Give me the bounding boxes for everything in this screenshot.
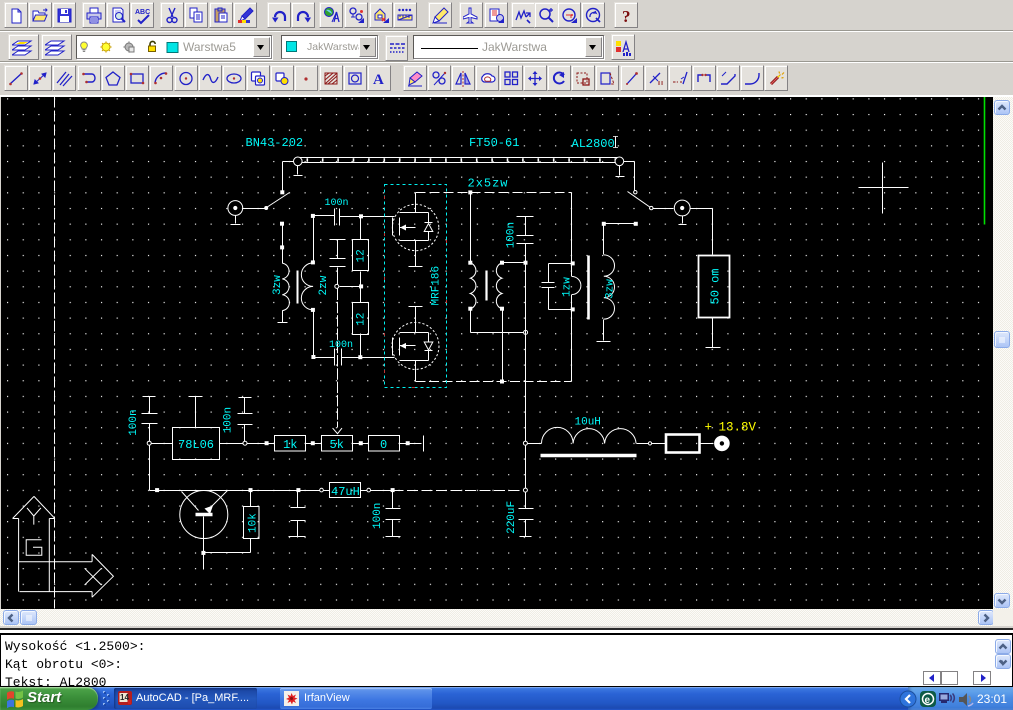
svg-text:50 om: 50 om [709,268,723,304]
svg-text:5k: 5k [330,438,344,452]
svg-text:FT50-61: FT50-61 [469,136,519,150]
svg-text:100n: 100n [223,407,235,433]
svg-text:1k: 1k [283,438,297,452]
svg-text:12: 12 [356,249,368,262]
svg-text:AL2800: AL2800 [572,137,615,151]
svg-text:3zw: 3zw [272,275,284,295]
svg-text:220uF: 220uF [506,501,518,534]
svg-text:+: + [705,421,713,435]
svg-text:78L06: 78L06 [178,438,214,452]
svg-text:10uH: 10uH [575,417,601,429]
svg-text:100n: 100n [329,340,353,351]
svg-text:100n: 100n [372,503,384,529]
svg-text:BN43-202: BN43-202 [246,136,304,150]
svg-text:A: A [373,72,384,88]
svg-text:12: 12 [356,313,368,326]
svg-text:2x5zw: 2x5zw [468,177,509,191]
svg-text:10k: 10k [248,513,260,533]
svg-text:2zw: 2zw [318,275,330,295]
svg-text:47uH: 47uH [331,485,360,499]
svg-text:100n: 100n [505,222,517,248]
svg-text:0: 0 [380,438,387,452]
svg-text:13.8V: 13.8V [719,421,757,435]
svg-text:100n: 100n [325,198,349,209]
svg-text:3zw: 3zw [604,279,616,299]
svg-text:MRF186: MRF186 [431,266,443,306]
svg-text:100n: 100n [128,409,140,435]
svg-text:e: e [925,695,931,706]
svg-text:?: ? [622,7,631,25]
svg-text:1zw: 1zw [562,277,574,297]
